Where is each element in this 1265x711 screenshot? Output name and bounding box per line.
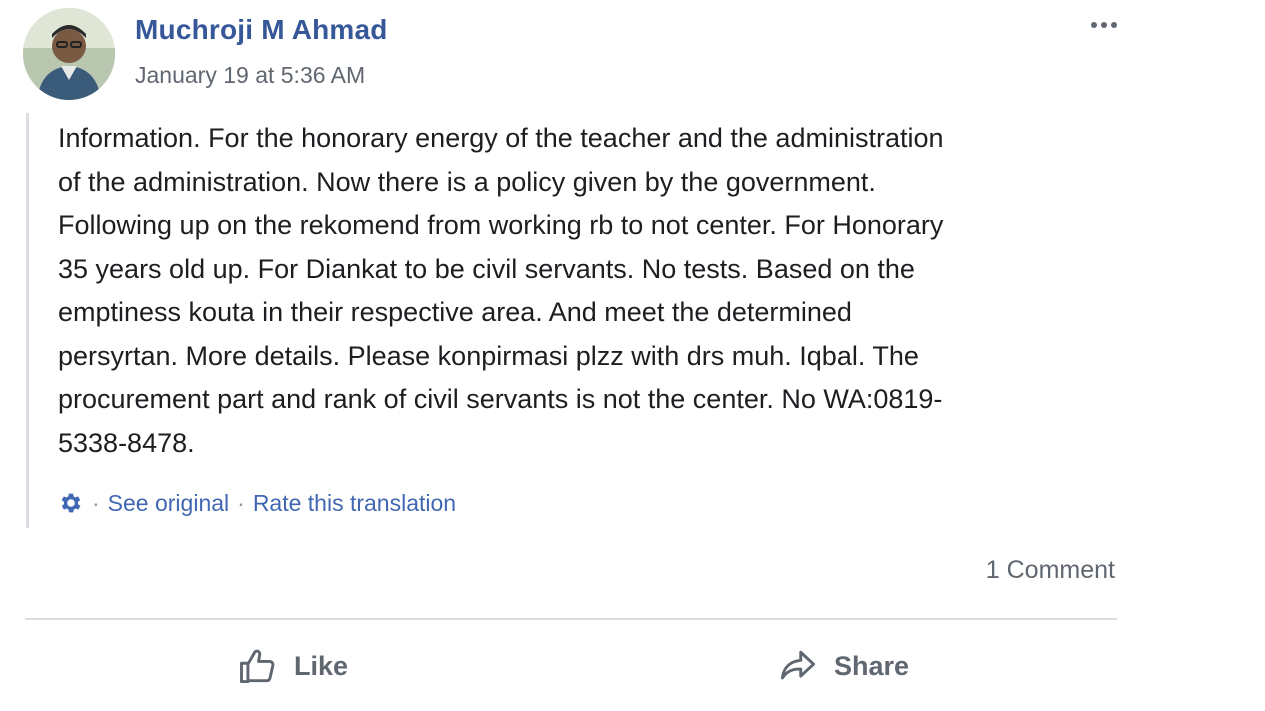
more-dot: [1111, 22, 1117, 28]
gear-icon[interactable]: [58, 490, 84, 516]
divider: [25, 618, 1117, 620]
post-text-line: 35 years old up. For Diankat to be civil…: [58, 253, 915, 284]
translation-footer: · See original · Rate this translation: [58, 487, 456, 519]
thumbs-up-icon: [236, 644, 280, 688]
post-text-line: procurement part and rank of civil serva…: [58, 384, 943, 414]
post-text-line: Following up on the rekomend from workin…: [58, 210, 944, 240]
post-text-line: persyrtan. More details. Please konpirma…: [58, 340, 919, 371]
author-avatar[interactable]: [23, 8, 115, 100]
like-button[interactable]: Like: [236, 640, 348, 692]
more-dot: [1101, 22, 1107, 28]
comment-count-link[interactable]: 1 Comment: [986, 556, 1115, 585]
rate-translation-link[interactable]: Rate this translation: [253, 490, 456, 517]
share-arrow-icon: [776, 644, 820, 688]
more-horizontal-icon: [1091, 22, 1097, 28]
post-timestamp[interactable]: January 19 at 5:36 AM: [135, 62, 365, 89]
author-name[interactable]: Muchroji M Ahmad: [135, 14, 388, 46]
post-text-line: 5338-8478.: [58, 427, 195, 458]
separator: ·: [237, 489, 245, 516]
like-label: Like: [294, 650, 349, 681]
share-label: Share: [834, 650, 910, 681]
separator: ·: [92, 489, 100, 516]
post-text-line: of the administration. Now there is a po…: [58, 166, 876, 197]
more-options-button[interactable]: [1082, 10, 1126, 40]
post-text: Information. For the honorary energy of …: [58, 117, 1118, 465]
see-original-link[interactable]: See original: [108, 490, 229, 517]
facebook-post: Muchroji M Ahmad January 19 at 5:36 AM I…: [0, 0, 1265, 711]
translated-post-block: Information. For the honorary energy of …: [26, 113, 1119, 528]
post-text-line: Information. For the honorary energy of …: [58, 123, 944, 153]
post-text-line: emptiness kouta in their respective area…: [58, 297, 852, 327]
share-button[interactable]: Share: [776, 640, 909, 692]
